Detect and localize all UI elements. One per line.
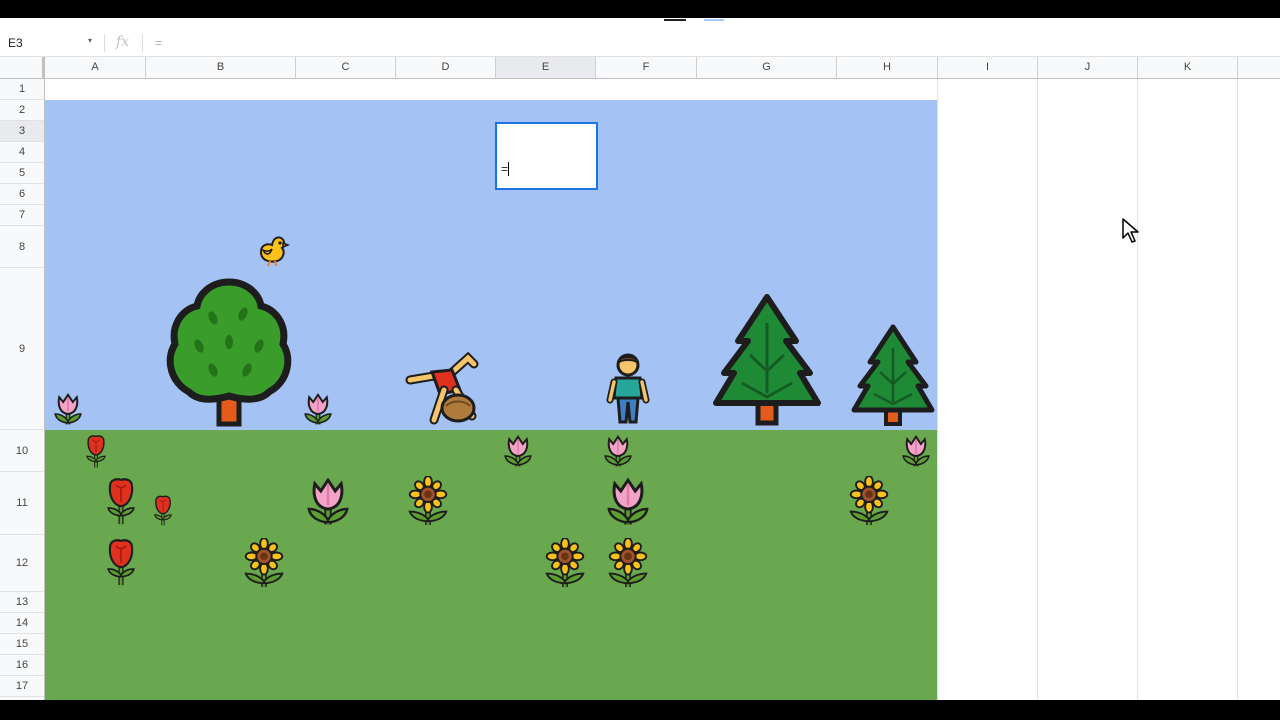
column-header-b[interactable]: B xyxy=(146,57,296,78)
name-box[interactable]: E3 ▾ xyxy=(0,30,100,56)
tulip-icon xyxy=(302,392,334,428)
chick-icon xyxy=(255,235,291,267)
sunflower-icon xyxy=(404,476,452,528)
row-header-bar: 1 2 3 4 5 6 7 8 9 10 11 12 13 14 15 16 1… xyxy=(0,79,45,700)
row-header-1[interactable]: 1 xyxy=(0,79,44,100)
row-header-4[interactable]: 4 xyxy=(0,142,44,163)
formula-input[interactable]: = xyxy=(155,36,162,50)
column-header-k[interactable]: K xyxy=(1138,57,1238,78)
row-header-9[interactable]: 9 xyxy=(0,268,44,430)
column-header-d[interactable]: D xyxy=(396,57,496,78)
row-header-7[interactable]: 7 xyxy=(0,205,44,226)
row-header-13[interactable]: 13 xyxy=(0,592,44,613)
tulip-icon xyxy=(602,434,634,470)
tulip-icon xyxy=(502,434,534,470)
evergreen-tree-icon xyxy=(850,324,936,426)
column-header-h[interactable]: H xyxy=(837,57,938,78)
fx-icon: fx xyxy=(116,34,130,50)
row-header-11[interactable]: 11 xyxy=(0,472,44,535)
person-cartwheeling-icon xyxy=(404,350,484,428)
person-standing-icon xyxy=(606,352,650,426)
tulip-icon xyxy=(304,476,352,530)
row-header-15[interactable]: 15 xyxy=(0,634,44,655)
rose-icon xyxy=(104,537,138,589)
name-box-value: E3 xyxy=(8,36,23,50)
formula-bar: E3 ▾ fx = xyxy=(0,30,1280,57)
row-header-12[interactable]: 12 xyxy=(0,535,44,592)
cell-e3-content: = xyxy=(501,162,509,176)
tulip-icon xyxy=(604,476,652,530)
formula-bar-divider xyxy=(104,34,105,52)
column-header-bar: A B C D E F G H I J K xyxy=(0,57,1280,79)
row-header-2[interactable]: 2 xyxy=(0,100,44,121)
column-header-i[interactable]: I xyxy=(938,57,1038,78)
grid-line xyxy=(1137,79,1138,700)
rose-icon xyxy=(104,476,138,528)
sunflower-icon xyxy=(240,538,288,590)
grid-line xyxy=(1037,79,1038,700)
window-bottom-bar xyxy=(0,700,1280,720)
evergreen-tree-icon xyxy=(712,293,822,426)
tulip-icon xyxy=(900,434,932,470)
row-header-10[interactable]: 10 xyxy=(0,430,44,472)
mouse-cursor-icon xyxy=(1122,218,1140,244)
select-all-corner[interactable] xyxy=(0,57,45,78)
row-header-14[interactable]: 14 xyxy=(0,613,44,634)
row-header-6[interactable]: 6 xyxy=(0,184,44,205)
text-caret xyxy=(508,162,509,176)
row-header-5[interactable]: 5 xyxy=(0,163,44,184)
grid-line xyxy=(1237,79,1238,700)
column-header-g[interactable]: G xyxy=(697,57,837,78)
tulip-icon xyxy=(52,392,84,428)
toolbar-fragment xyxy=(664,19,686,21)
column-header-f[interactable]: F xyxy=(596,57,697,78)
row-header-17[interactable]: 17 xyxy=(0,676,44,697)
rose-icon xyxy=(84,434,108,470)
row-header-3[interactable]: 3 xyxy=(0,121,44,142)
grid-line xyxy=(937,79,938,700)
row-header-16[interactable]: 16 xyxy=(0,655,44,676)
selected-cell-e3[interactable]: = xyxy=(495,122,598,190)
column-header-a[interactable]: A xyxy=(45,57,146,78)
window-top-bar xyxy=(0,0,1280,18)
column-header-c[interactable]: C xyxy=(296,57,396,78)
row-header-8[interactable]: 8 xyxy=(0,226,44,268)
column-header-j[interactable]: J xyxy=(1038,57,1138,78)
formula-bar-divider xyxy=(142,34,143,52)
grass-cells[interactable] xyxy=(45,430,937,700)
sunflower-icon xyxy=(604,538,652,590)
sunflower-icon xyxy=(845,476,893,528)
rose-icon xyxy=(152,494,174,528)
toolbar-fragment xyxy=(704,19,724,21)
column-header-e[interactable]: E xyxy=(496,57,596,78)
name-box-dropdown-icon[interactable]: ▾ xyxy=(88,36,92,45)
deciduous-tree-icon xyxy=(163,278,295,427)
sunflower-icon xyxy=(541,538,589,590)
